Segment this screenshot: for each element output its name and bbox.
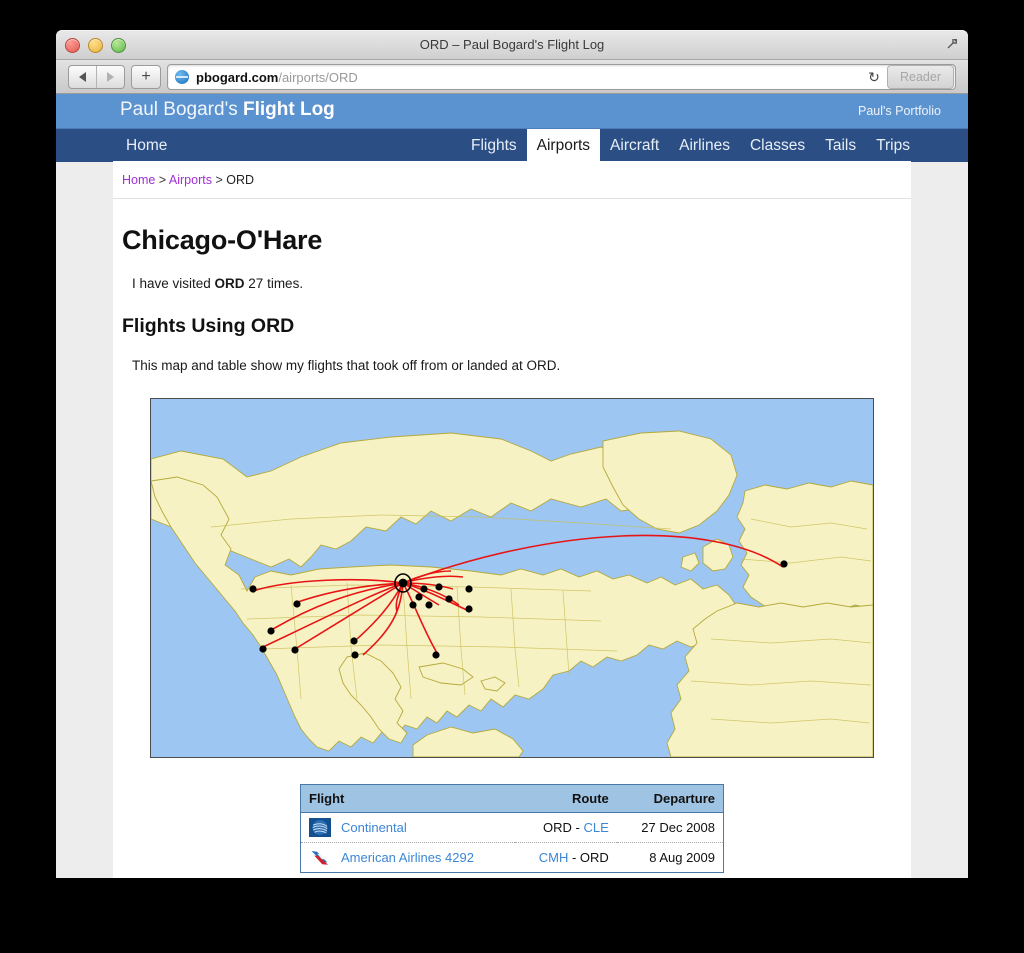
brand-strong: Flight Log: [242, 99, 335, 120]
window-title: ORD – Paul Bogard's Flight Log: [419, 37, 605, 52]
breadcrumb: Home > Airports > ORD: [113, 161, 911, 199]
cell-departure: 27 Dec 2008: [616, 812, 724, 843]
column-header-route[interactable]: Route: [515, 784, 617, 813]
page-title: Chicago-O'Hare: [122, 225, 323, 255]
marker-cmh: [415, 593, 423, 601]
site-brand[interactable]: Paul Bogard's Flight Log: [120, 99, 335, 121]
browser-toolbar: + pbogard.com/airports/ORD ↻ Reader: [56, 60, 968, 94]
route-from-link[interactable]: CMH: [539, 850, 569, 865]
nav-item-airports[interactable]: Airports: [526, 129, 601, 162]
marker-west-1: [293, 600, 301, 608]
breadcrumb-sep-1: >: [155, 173, 169, 187]
route-to: ORD: [579, 850, 609, 865]
forward-button[interactable]: [96, 66, 124, 88]
marker-den: [350, 637, 358, 645]
breadcrumb-airports-link[interactable]: Airports: [169, 173, 212, 187]
url-text: pbogard.com/airports/ORD: [196, 70, 358, 85]
new-tab-button[interactable]: +: [131, 65, 161, 89]
window-titlebar: ORD – Paul Bogard's Flight Log: [56, 30, 968, 60]
marker-ric: [465, 605, 473, 613]
back-button[interactable]: [69, 66, 96, 88]
cell-flight: American Airlines 4292: [300, 842, 516, 873]
continental-logo-icon: [309, 818, 331, 837]
content-column: Home > Airports > ORD Chicago-O'Hare I h…: [113, 161, 911, 878]
visits-airport-code: ORD: [214, 276, 245, 291]
url-host: pbogard.com: [196, 69, 279, 85]
marker-cle: [420, 585, 428, 593]
table-body: Continental ORD - CLE 27 Dec 2008 Americ…: [300, 812, 724, 873]
table-row[interactable]: American Airlines 4292 CMH - ORD 8 Aug 2…: [300, 842, 724, 873]
cell-flight: Continental: [300, 812, 516, 843]
portfolio-link[interactable]: Paul's Portfolio: [858, 104, 941, 118]
breadcrumb-home-link[interactable]: Home: [122, 173, 155, 187]
section-description: This map and table show my flights that …: [132, 358, 561, 373]
marker-europe: [780, 560, 788, 568]
url-path: /airports/ORD: [278, 69, 358, 85]
site-header: Paul Bogard's Flight Log Paul's Portfoli…: [56, 94, 968, 129]
marker-dfw: [351, 651, 359, 659]
marker-phl: [465, 585, 473, 593]
column-header-departure[interactable]: Departure: [616, 784, 724, 813]
browser-window: ORD – Paul Bogard's Flight Log + pbogard…: [56, 30, 968, 878]
fullscreen-icon[interactable]: [945, 37, 959, 51]
reader-button[interactable]: Reader: [887, 65, 954, 89]
nav-item-home[interactable]: Home: [120, 129, 173, 162]
nav-item-classes[interactable]: Classes: [740, 129, 815, 162]
breadcrumb-sep-2: >: [211, 173, 227, 187]
nav-item-trips[interactable]: Trips: [866, 129, 920, 162]
flight-map[interactable]: [150, 398, 874, 758]
navigation-buttons: [68, 65, 125, 89]
route-sep: -: [568, 850, 580, 865]
breadcrumb-current: ORD: [226, 173, 255, 187]
airline-link[interactable]: Continental: [341, 820, 407, 835]
route-to-link[interactable]: CLE: [584, 820, 609, 835]
marker-san: [259, 645, 267, 653]
airline-link[interactable]: American Airlines 4292: [341, 850, 474, 865]
marker-phx: [291, 646, 299, 654]
marker-sea: [249, 585, 257, 593]
column-header-flight[interactable]: Flight: [300, 784, 516, 813]
visits-prefix: I have visited: [132, 276, 215, 291]
visits-suffix: 27 times.: [244, 276, 304, 291]
route-sep: -: [571, 820, 584, 835]
page-viewport: Paul Bogard's Flight Log Paul's Portfoli…: [56, 94, 968, 878]
address-bar[interactable]: pbogard.com/airports/ORD ↻ Reader: [167, 64, 956, 90]
table-header-row: Flight Route Departure: [300, 784, 724, 813]
marker-cak: [425, 601, 433, 609]
cell-route: ORD - CLE: [515, 812, 617, 843]
table-row[interactable]: Continental ORD - CLE 27 Dec 2008: [300, 812, 724, 843]
nav-item-flights[interactable]: Flights: [461, 129, 527, 162]
map-svg: [151, 399, 873, 757]
marker-cvg: [409, 601, 417, 609]
africa-landmass: [666, 602, 873, 757]
visit-count-text: I have visited ORD 27 times.: [132, 276, 911, 291]
table-head: Flight Route Departure: [300, 784, 724, 813]
marker-pit: [435, 583, 443, 591]
nav-item-tails[interactable]: Tails: [815, 129, 866, 162]
brand-prefix: Paul Bogard's: [120, 99, 243, 120]
marker-atl: [432, 651, 440, 659]
american-airlines-logo-icon: [311, 851, 328, 865]
main-nav: Home Flights Airports Aircraft Airlines …: [56, 129, 968, 162]
nav-tabs: Flights Airports Aircraft Airlines Class…: [461, 129, 920, 162]
marker-lax: [267, 627, 275, 635]
cell-departure: 8 Aug 2009: [616, 842, 724, 873]
nav-item-aircraft[interactable]: Aircraft: [600, 129, 669, 162]
nav-item-airlines[interactable]: Airlines: [669, 129, 740, 162]
cell-route: CMH - ORD: [515, 842, 617, 873]
route-from: ORD: [543, 820, 572, 835]
desktop-background: [0, 878, 1024, 953]
marker-dca: [445, 595, 453, 603]
site-favicon-icon: [175, 70, 189, 84]
flights-table: Flight Route Departure Continental ORD -…: [300, 784, 724, 873]
section-title: Flights Using ORD: [122, 315, 295, 337]
europe-landmass: [736, 480, 873, 612]
reload-icon[interactable]: ↻: [861, 69, 887, 86]
